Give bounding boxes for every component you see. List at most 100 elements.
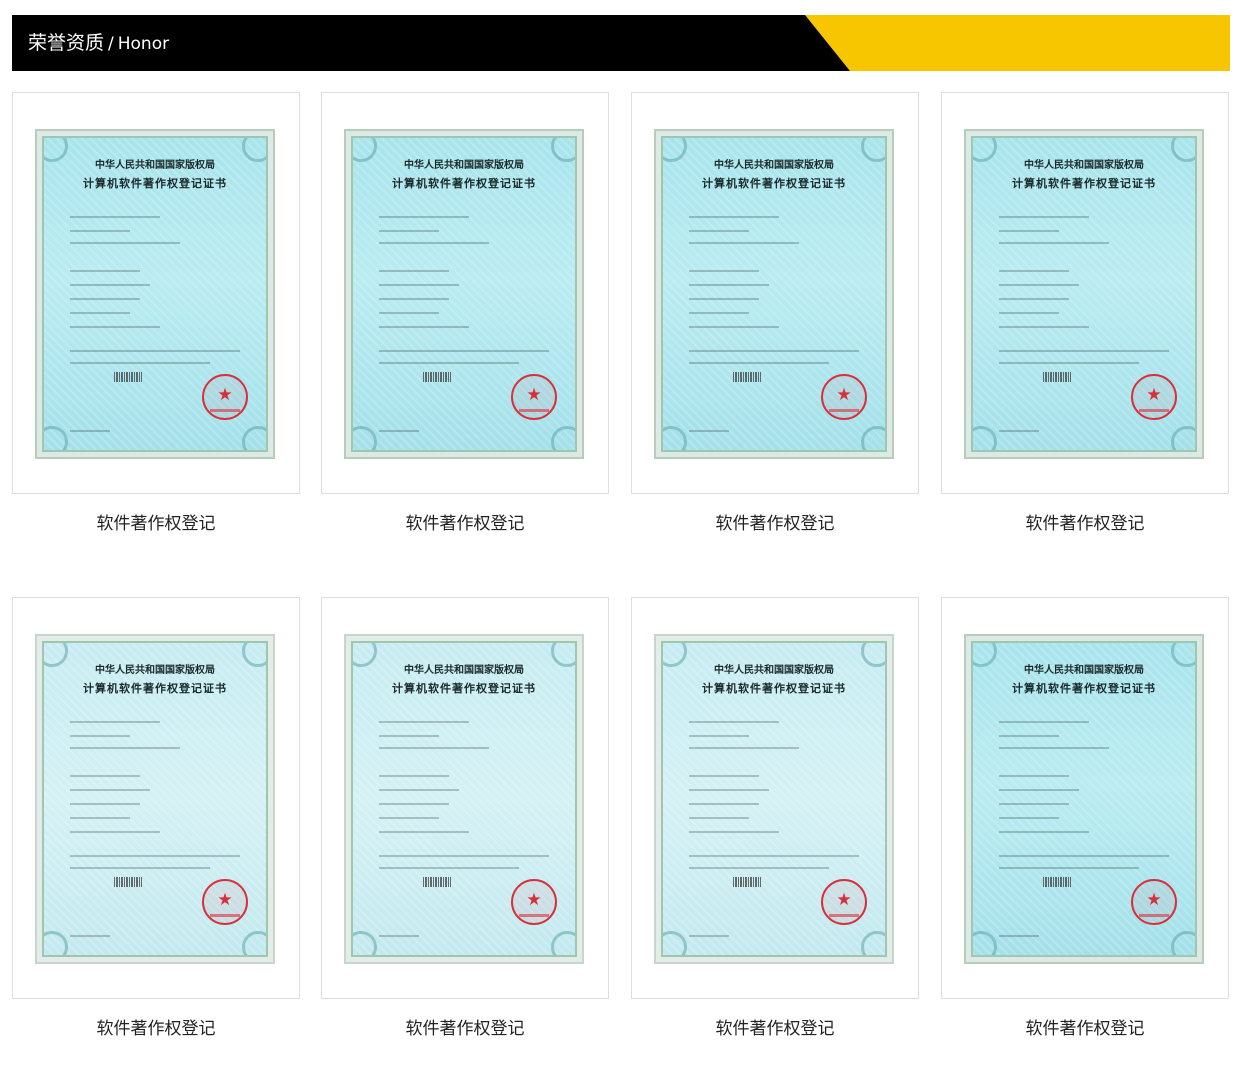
certificate-text-line: [999, 350, 1169, 352]
certificate-image: 中华人民共和国国家版权局计算机软件著作权登记证书: [344, 129, 584, 459]
certificate-card[interactable]: 中华人民共和国国家版权局计算机软件著作权登记证书软件著作权登记: [321, 597, 609, 1039]
certificate-card[interactable]: 中华人民共和国国家版权局计算机软件著作权登记证书软件著作权登记: [12, 92, 300, 534]
certificate-card[interactable]: 中华人民共和国国家版权局计算机软件著作权登记证书软件著作权登记: [941, 92, 1229, 534]
certificate-caption[interactable]: 软件著作权登记: [321, 1014, 609, 1039]
certificate-text-line: [689, 721, 779, 723]
certificate-text-line: [689, 350, 859, 352]
certificate-red-seal-icon: [202, 374, 248, 420]
certificate-text-line: [999, 935, 1039, 937]
certificate-card[interactable]: 中华人民共和国国家版权局计算机软件著作权登记证书软件著作权登记: [12, 597, 300, 1039]
certificate-image: 中华人民共和国国家版权局 计算机软件著作权登记证书: [654, 634, 894, 964]
certificate-text-line: [70, 867, 210, 869]
certificate-image-frame[interactable]: 中华人民共和国国家版权局计算机软件著作权登记证书: [321, 92, 609, 494]
certificate-text-line: [379, 855, 549, 857]
certificate-corner-ornament: [973, 426, 997, 450]
certificate-text-line: [70, 855, 240, 857]
certificate-corner-ornament: [44, 931, 68, 955]
certificate-image-frame[interactable]: 中华人民共和国国家版权局 计算机软件著作权登记证书: [941, 92, 1229, 494]
certificate-text-line: [999, 216, 1089, 218]
certificate-caption[interactable]: 软件著作权登记: [12, 509, 300, 534]
certificate-text-line: [999, 326, 1089, 328]
certificate-text-line: [379, 284, 459, 286]
certificate-text-line: [999, 817, 1059, 819]
certificate-text-line: [689, 230, 749, 232]
certificate-text-line: [689, 817, 749, 819]
certificate-text-line: [70, 831, 160, 833]
certificate-text-line: [999, 775, 1069, 777]
certificate-paper: 中华人民共和国国家版权局计算机软件著作权登记证书: [42, 641, 268, 957]
certificate-caption[interactable]: 软件著作权登记: [941, 1014, 1229, 1039]
certificate-text-line: [999, 803, 1069, 805]
certificate-caption[interactable]: 软件著作权登记: [631, 1014, 919, 1039]
certificate-text-line: [689, 935, 729, 937]
certificate-title-text: 计算机软件著作权登记证书: [702, 177, 846, 190]
certificate-text-line: [70, 430, 110, 432]
certificate-text-line: [70, 270, 140, 272]
certificate-issuer-text: 中华人民共和国国家版权局: [714, 160, 834, 171]
certificate-text-line: [70, 775, 140, 777]
certificate-image-frame[interactable]: 中华人民共和国国家版权局计算机软件著作权登记证书: [631, 92, 919, 494]
certificate-paper: 中华人民共和国国家版权局计算机软件著作权登记证书: [351, 136, 577, 452]
certificate-text-line: [70, 312, 130, 314]
certificate-text-line: [70, 721, 160, 723]
certificate-text-line: [999, 312, 1059, 314]
certificate-text-line: [379, 430, 419, 432]
certificate-image: 中华人民共和国国家版权局 计算机软件著作权登记证书: [35, 129, 275, 459]
certificate-image-frame[interactable]: 中华人民共和国国家版权局 计算机软件著作权登记证书: [631, 597, 919, 999]
certificate-image-frame[interactable]: 中华人民共和国国家版权局 计算机软件著作权登记证书: [941, 597, 1229, 999]
certificate-text-line: [70, 935, 110, 937]
certificate-caption[interactable]: 软件著作权登记: [631, 509, 919, 534]
certificate-text-line: [379, 298, 449, 300]
certificate-text-line: [70, 326, 160, 328]
certificate-text-line: [70, 735, 130, 737]
certificate-text-line: [999, 284, 1079, 286]
certificate-image-frame[interactable]: 中华人民共和国国家版权局 计算机软件著作权登记证书: [12, 92, 300, 494]
certificate-text-line: [689, 326, 779, 328]
certificate-caption[interactable]: 软件著作权登记: [321, 509, 609, 534]
certificate-image: 中华人民共和国国家版权局 计算机软件著作权登记证书: [964, 129, 1204, 459]
certificate-text-line: [379, 735, 439, 737]
certificate-text-line: [379, 803, 449, 805]
certificate-caption[interactable]: 软件著作权登记: [12, 1014, 300, 1039]
certificate-card[interactable]: 中华人民共和国国家版权局计算机软件著作权登记证书软件著作权登记: [941, 597, 1229, 1039]
certificate-title-text: 计算机软件著作权登记证书: [83, 682, 227, 695]
certificate-card[interactable]: 中华人民共和国国家版权局计算机软件著作权登记证书软件著作权登记: [321, 92, 609, 534]
certificate-text-line: [379, 789, 459, 791]
certificate-text-line: [689, 270, 759, 272]
certificate-barcode: [733, 877, 761, 887]
certificate-text-line: [689, 298, 759, 300]
certificate-corner-ornament: [353, 426, 377, 450]
section-title-en: Honor: [117, 34, 170, 54]
certificate-paper: 中华人民共和国国家版权局 计算机软件著作权登记证书: [42, 136, 268, 452]
certificate-image-frame[interactable]: 中华人民共和国国家版权局 计算机软件著作权登记证书: [321, 597, 609, 999]
certificate-red-seal-icon: [511, 374, 557, 420]
certificate-caption[interactable]: 软件著作权登记: [941, 509, 1229, 534]
certificate-issuer-text: 中华人民共和国国家版权局: [404, 160, 524, 171]
certificate-title-text: 计算机软件著作权登记证书: [392, 177, 536, 190]
certificate-paper: 中华人民共和国国家版权局 计算机软件著作权登记证书: [971, 136, 1197, 452]
certificate-image-frame[interactable]: 中华人民共和国国家版权局计算机软件著作权登记证书: [12, 597, 300, 999]
certificate-text-line: [379, 270, 449, 272]
certificate-text-line: [689, 216, 779, 218]
certificate-card[interactable]: 中华人民共和国国家版权局计算机软件著作权登记证书软件著作权登记: [631, 597, 919, 1039]
header-accent-stripe: [805, 15, 1230, 71]
certificate-text-line: [999, 789, 1079, 791]
certificate-red-seal-icon: [821, 374, 867, 420]
certificate-issuer-text: 中华人民共和国国家版权局: [95, 665, 215, 676]
certificate-corner-ornament: [861, 426, 885, 450]
section-title-separator: /: [108, 34, 114, 54]
certificate-text-line: [70, 216, 160, 218]
certificate-issuer-text: 中华人民共和国国家版权局: [1024, 160, 1144, 171]
certificate-text-line: [999, 747, 1109, 749]
certificate-text-line: [999, 735, 1059, 737]
certificate-text-line: [70, 817, 130, 819]
certificate-text-line: [999, 855, 1169, 857]
certificate-text-line: [689, 855, 859, 857]
certificate-text-line: [70, 230, 130, 232]
certificate-corner-ornament: [663, 931, 687, 955]
certificate-card[interactable]: 中华人民共和国国家版权局计算机软件著作权登记证书软件著作权登记: [631, 92, 919, 534]
certificate-red-seal-icon: [202, 879, 248, 925]
certificate-paper: 中华人民共和国国家版权局计算机软件著作权登记证书: [661, 136, 887, 452]
certificate-barcode: [733, 372, 761, 382]
certificate-corner-ornament: [353, 931, 377, 955]
